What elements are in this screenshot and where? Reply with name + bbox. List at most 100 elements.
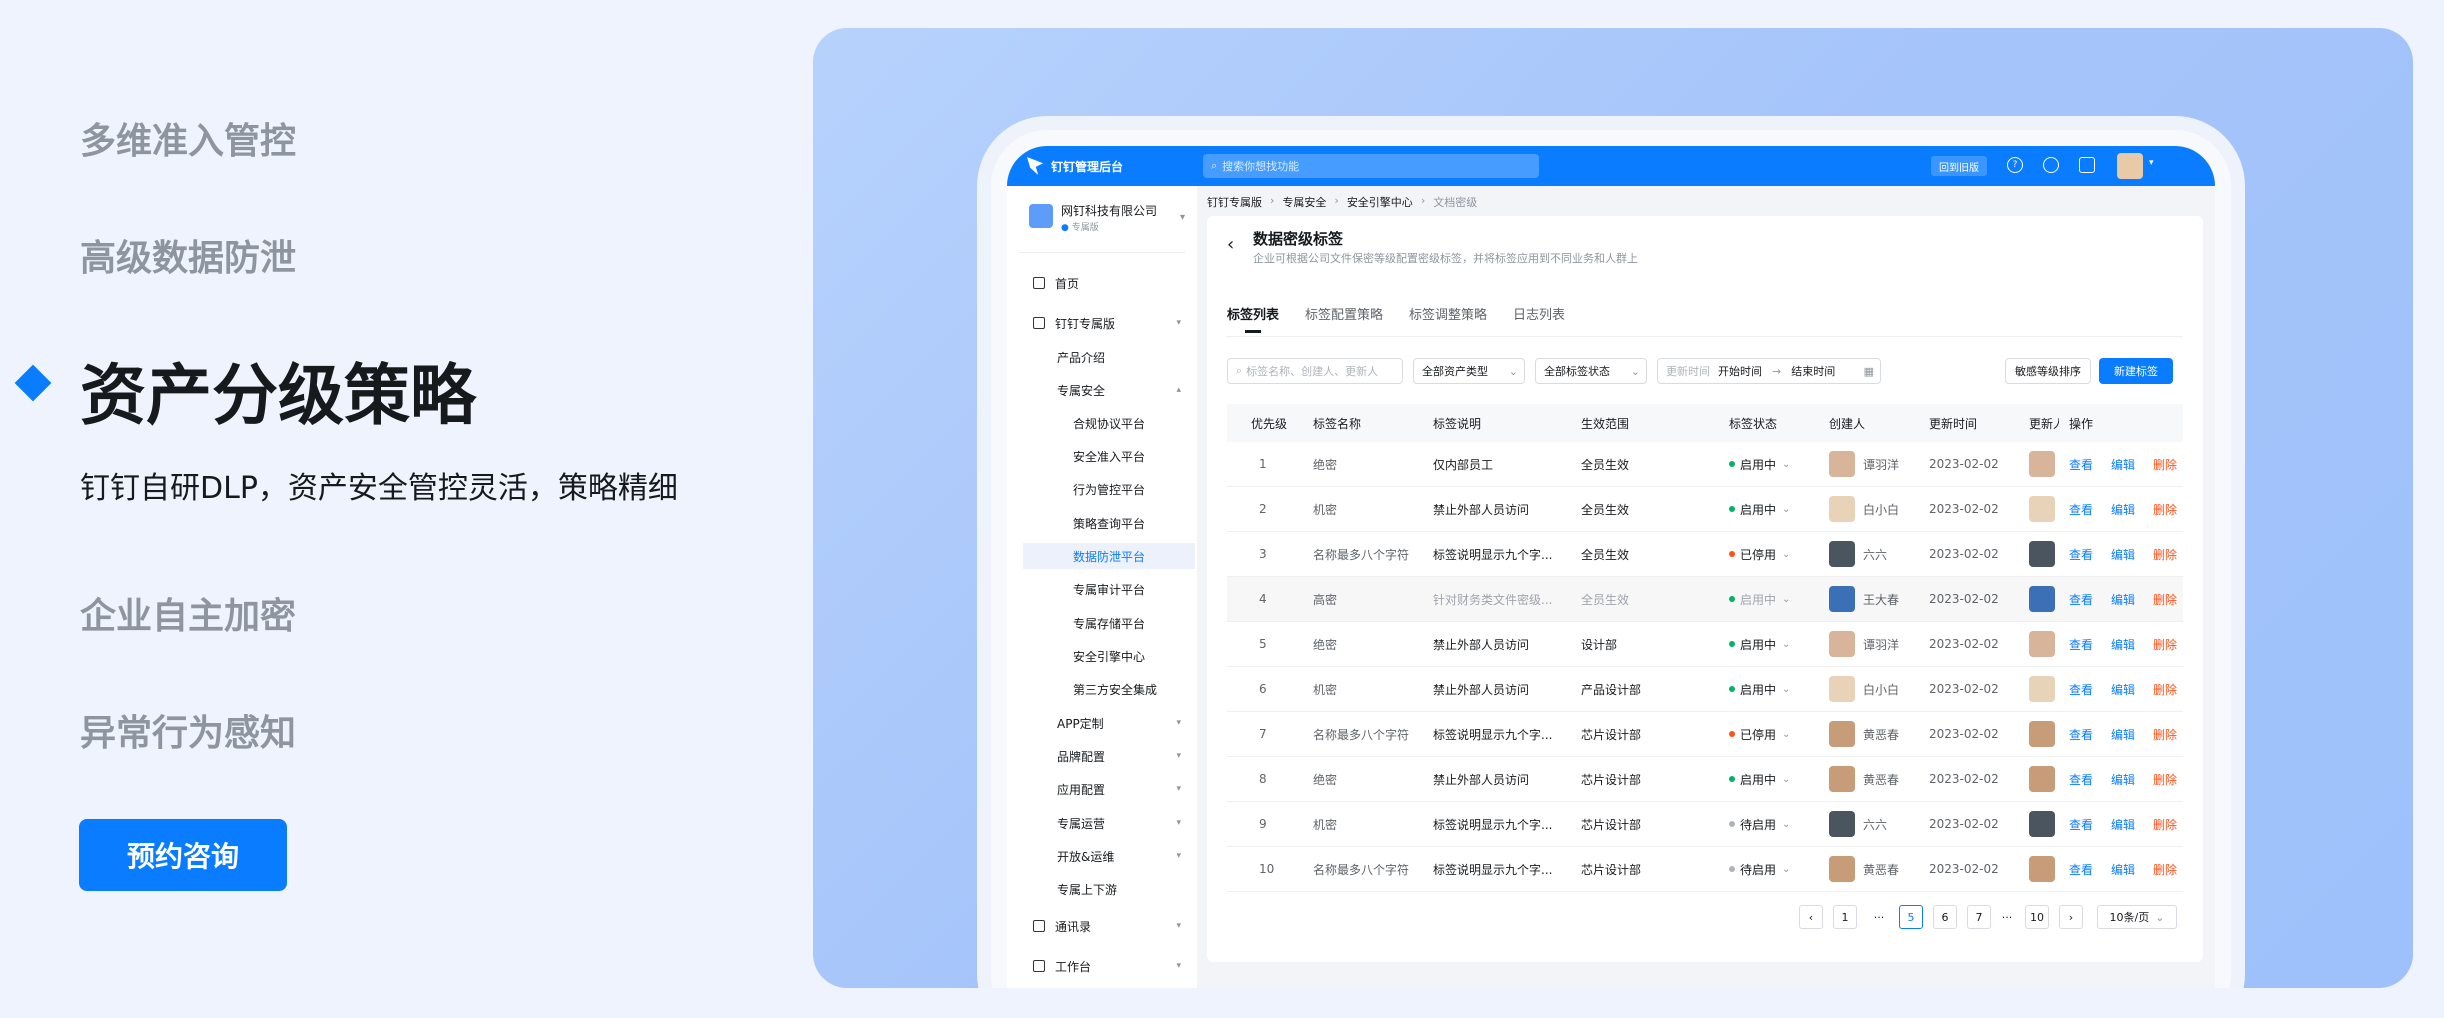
- status-cell[interactable]: 待启用 ⌄: [1729, 847, 1790, 891]
- page-button[interactable]: 5: [1899, 905, 1923, 929]
- tab-tag-config[interactable]: 标签配置策略: [1305, 304, 1383, 323]
- delete-link[interactable]: 删除: [2153, 456, 2177, 473]
- tag-search-input[interactable]: ⌕ 标签名称、创建人、更新人: [1227, 358, 1403, 384]
- download-icon[interactable]: [2079, 157, 2095, 173]
- feature-item-anomaly[interactable]: 异常行为感知: [80, 704, 296, 756]
- sidebar-item[interactable]: 专属上下游: [1007, 876, 1197, 902]
- table-row[interactable]: 3 名称最多八个字符 标签说明显示九个字... 全员生效 已停用 ⌄ 六六 2023-02-0…: [1227, 532, 2183, 577]
- view-link[interactable]: 查看: [2069, 816, 2093, 833]
- sidebar-item[interactable]: 安全引擎中心: [1007, 643, 1197, 669]
- status-cell[interactable]: 已停用 ⌄: [1729, 712, 1790, 756]
- back-arrow-icon[interactable]: ‹: [1227, 234, 1234, 255]
- tab-tag-list[interactable]: 标签列表: [1227, 304, 1279, 333]
- prev-page-icon[interactable]: ‹: [1799, 905, 1823, 929]
- date-range-picker[interactable]: 更新时间 开始时间 → 结束时间 ▦: [1657, 358, 1881, 384]
- sidebar-item[interactable]: 第三方安全集成: [1007, 676, 1197, 702]
- edit-link[interactable]: 编辑: [2111, 456, 2135, 473]
- feature-active-title[interactable]: 资产分级策略: [80, 342, 476, 438]
- feature-item-access-control[interactable]: 多维准入管控: [80, 112, 296, 164]
- page-button[interactable]: 6: [1933, 905, 1957, 929]
- delete-link[interactable]: 删除: [2153, 771, 2177, 788]
- status-cell[interactable]: 启用中 ⌄: [1729, 667, 1790, 711]
- sidebar-item[interactable]: 专属存储平台: [1007, 610, 1197, 636]
- view-link[interactable]: 查看: [2069, 456, 2093, 473]
- sidebar-item[interactable]: 首页: [1007, 270, 1197, 296]
- delete-link[interactable]: 删除: [2153, 636, 2177, 653]
- help-icon[interactable]: ?: [2007, 157, 2023, 173]
- delete-link[interactable]: 删除: [2153, 591, 2177, 608]
- global-search-input[interactable]: ⌕ 搜索你想找功能: [1203, 154, 1539, 178]
- page-ellipsis[interactable]: ···: [1867, 905, 1891, 929]
- sidebar-item[interactable]: 产品介绍: [1007, 344, 1197, 370]
- delete-link[interactable]: 删除: [2153, 816, 2177, 833]
- status-cell[interactable]: 已停用 ⌄: [1729, 532, 1790, 576]
- breadcrumb-item[interactable]: 专属安全: [1282, 194, 1326, 210]
- sidebar-item[interactable]: 策略查询平台: [1007, 510, 1197, 536]
- sidebar-item[interactable]: APP定制 ▾: [1007, 710, 1197, 736]
- status-cell[interactable]: 待启用 ⌄: [1729, 802, 1790, 846]
- delete-link[interactable]: 删除: [2153, 501, 2177, 518]
- edit-link[interactable]: 编辑: [2111, 546, 2135, 563]
- table-row[interactable]: 1 绝密 仅内部员工 全员生效 启用中 ⌄ 谭羽洋 2023-02-02 查看 编辑 删除: [1227, 442, 2183, 487]
- consult-button[interactable]: 预约咨询: [79, 819, 287, 891]
- sidebar-item[interactable]: 专属安全 ▴: [1007, 377, 1197, 403]
- sidebar-item[interactable]: 开放&运维 ▾: [1007, 843, 1197, 869]
- sidebar-item[interactable]: 行为管控平台: [1007, 476, 1197, 502]
- sidebar-item[interactable]: 钉钉专属版 ▾: [1007, 310, 1197, 336]
- delete-link[interactable]: 删除: [2153, 546, 2177, 563]
- view-link[interactable]: 查看: [2069, 591, 2093, 608]
- asset-type-select[interactable]: 全部资产类型 ⌄: [1413, 358, 1525, 384]
- view-link[interactable]: 查看: [2069, 726, 2093, 743]
- view-link[interactable]: 查看: [2069, 501, 2093, 518]
- breadcrumb-item[interactable]: 钉钉专属版: [1207, 194, 1262, 210]
- sidebar-item[interactable]: 数据防泄平台: [1023, 543, 1195, 569]
- status-cell[interactable]: 启用中 ⌄: [1729, 622, 1790, 666]
- tab-log-list[interactable]: 日志列表: [1513, 304, 1565, 323]
- sidebar-item[interactable]: 专属运营 ▾: [1007, 810, 1197, 836]
- chevron-down-icon[interactable]: ▾: [2149, 158, 2154, 168]
- edit-link[interactable]: 编辑: [2111, 726, 2135, 743]
- back-to-old-button[interactable]: 回到旧版: [1931, 156, 1987, 176]
- edit-link[interactable]: 编辑: [2111, 636, 2135, 653]
- delete-link[interactable]: 删除: [2153, 726, 2177, 743]
- sidebar-item[interactable]: 品牌配置 ▾: [1007, 743, 1197, 769]
- table-row[interactable]: 7 名称最多八个字符 标签说明显示九个字... 芯片设计部 已停用 ⌄ 黄恶春 2023-02…: [1227, 712, 2183, 757]
- sidebar-item[interactable]: 合规协议平台: [1007, 410, 1197, 436]
- status-cell[interactable]: 启用中 ⌄: [1729, 757, 1790, 801]
- sidebar-item[interactable]: 通讯录 ▾: [1007, 913, 1197, 939]
- tab-tag-adjust[interactable]: 标签调整策略: [1409, 304, 1487, 323]
- page-button[interactable]: 10: [2025, 905, 2049, 929]
- user-avatar[interactable]: [2117, 153, 2143, 179]
- breadcrumb-item[interactable]: 安全引擎中心: [1347, 194, 1413, 210]
- new-tag-button[interactable]: 新建标签: [2099, 358, 2173, 384]
- feature-item-data-leak[interactable]: 高级数据防泄: [80, 229, 296, 281]
- edit-link[interactable]: 编辑: [2111, 861, 2135, 878]
- tag-status-select[interactable]: 全部标签状态 ⌄: [1535, 358, 1647, 384]
- delete-link[interactable]: 删除: [2153, 861, 2177, 878]
- sidebar-item[interactable]: 专属审计平台: [1007, 576, 1197, 602]
- sidebar-item[interactable]: 安全准入平台: [1007, 443, 1197, 469]
- edit-link[interactable]: 编辑: [2111, 591, 2135, 608]
- status-cell[interactable]: 启用中 ⌄: [1729, 442, 1790, 486]
- page-button[interactable]: 7: [1967, 905, 1991, 929]
- table-row[interactable]: 2 机密 禁止外部人员访问 全员生效 启用中 ⌄ 白小白 2023-02-02 查看 编辑 删除: [1227, 487, 2183, 532]
- table-row[interactable]: 9 机密 标签说明显示九个字... 芯片设计部 待启用 ⌄ 六六 2023-02-02 查看 编辑…: [1227, 802, 2183, 847]
- service-icon[interactable]: [2043, 157, 2059, 173]
- table-row[interactable]: 8 绝密 禁止外部人员访问 芯片设计部 启用中 ⌄ 黄恶春 2023-02-02 查看 编辑 删除: [1227, 757, 2183, 802]
- edit-link[interactable]: 编辑: [2111, 771, 2135, 788]
- table-row[interactable]: 4 高密 针对财务类文件密级... 全员生效 启用中 ⌄ 王大春 2023-02-02 查看 编辑…: [1227, 577, 2183, 622]
- sidebar-item[interactable]: 应用配置 ▾: [1007, 776, 1197, 802]
- table-row[interactable]: 6 机密 禁止外部人员访问 产品设计部 启用中 ⌄ 白小白 2023-02-02 查看 编辑 删除: [1227, 667, 2183, 712]
- status-cell[interactable]: 启用中 ⌄: [1729, 577, 1790, 621]
- page-button[interactable]: 1: [1833, 905, 1857, 929]
- page-ellipsis[interactable]: ···: [1995, 905, 2019, 929]
- edit-link[interactable]: 编辑: [2111, 816, 2135, 833]
- next-page-icon[interactable]: ›: [2059, 905, 2083, 929]
- edit-link[interactable]: 编辑: [2111, 501, 2135, 518]
- sort-by-sensitivity-button[interactable]: 敏感等级排序: [2005, 358, 2091, 384]
- view-link[interactable]: 查看: [2069, 861, 2093, 878]
- edit-link[interactable]: 编辑: [2111, 681, 2135, 698]
- delete-link[interactable]: 删除: [2153, 681, 2177, 698]
- table-row[interactable]: 10 名称最多八个字符 标签说明显示九个字... 芯片设计部 待启用 ⌄ 黄恶春 2023-0…: [1227, 847, 2183, 892]
- view-link[interactable]: 查看: [2069, 636, 2093, 653]
